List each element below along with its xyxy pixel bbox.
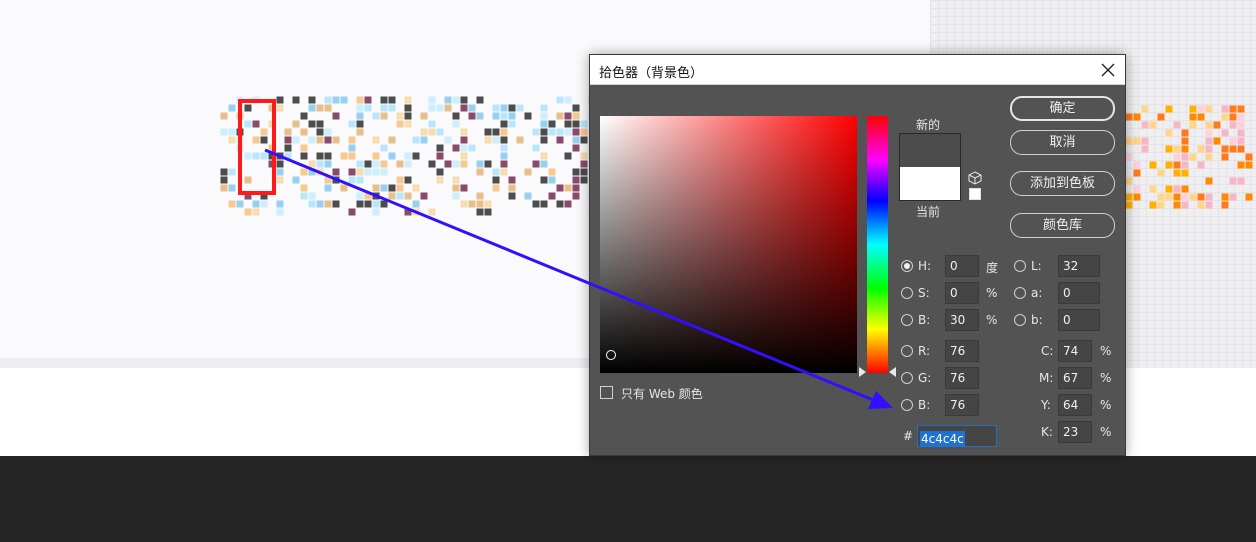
bottom-dark-panel [0, 456, 1256, 542]
saturation-brightness-field[interactable] [600, 116, 857, 373]
radio-lab-b[interactable] [1014, 314, 1026, 326]
lab-b-input[interactable] [1058, 309, 1100, 331]
color-field-marker[interactable] [606, 350, 616, 360]
a-input[interactable] [1058, 282, 1100, 304]
h-label: H: [918, 259, 932, 273]
l-input[interactable] [1058, 255, 1100, 277]
hue-slider[interactable] [867, 116, 888, 373]
c-unit: % [1100, 344, 1112, 358]
h-unit: 度 [986, 261, 999, 275]
l-label: L: [1031, 259, 1042, 273]
lab-b-label: b: [1031, 313, 1043, 327]
dialog-title: 拾色器（背景色） [599, 66, 704, 81]
close-icon[interactable] [1098, 60, 1118, 80]
dialog-titlebar[interactable]: 拾色器（背景色） [590, 55, 1125, 85]
cube-icon[interactable] [968, 171, 982, 185]
hue-slider-handle-left[interactable] [859, 367, 866, 377]
color-libraries-button[interactable]: 颜色库 [1010, 213, 1115, 238]
b-label: B: [918, 313, 931, 327]
m-unit: % [1100, 371, 1112, 385]
hue-slider-handle-right[interactable] [889, 367, 896, 377]
pixel-mosaic-text [220, 96, 620, 216]
web-colors-only-label: 只有 Web 颜色 [621, 387, 703, 401]
sampled-area-highlight [238, 99, 276, 195]
ok-button[interactable]: 确定 [1010, 96, 1115, 121]
g-input[interactable] [945, 367, 979, 389]
c-input[interactable] [1058, 340, 1092, 362]
current-color-label: 当前 [916, 205, 941, 219]
y-input[interactable] [1058, 394, 1092, 416]
radio-s[interactable] [901, 287, 913, 299]
radio-r[interactable] [901, 345, 913, 357]
s-unit: % [986, 286, 998, 300]
cancel-button[interactable]: 取消 [1010, 130, 1115, 155]
web-safe-swatch-icon[interactable] [969, 188, 981, 200]
radio-g[interactable] [901, 372, 913, 384]
g-label: G: [918, 371, 932, 385]
radio-a[interactable] [1014, 287, 1026, 299]
y-unit: % [1100, 398, 1112, 412]
b-unit: % [986, 313, 998, 327]
a-label: a: [1031, 286, 1043, 300]
current-color-swatch[interactable] [899, 167, 961, 201]
k-label: K: [1041, 425, 1053, 439]
web-colors-only-checkbox[interactable] [600, 386, 613, 399]
y-label: Y: [1041, 398, 1051, 412]
b-input[interactable] [945, 309, 979, 331]
color-picker-dialog: 拾色器（背景色） 新的 当前 确定 取消 添加到色板 颜色库 H: 度 S: %… [589, 54, 1126, 456]
radio-l[interactable] [1014, 260, 1026, 272]
s-label: S: [918, 286, 930, 300]
radio-h[interactable] [901, 260, 913, 272]
new-color-swatch [899, 133, 961, 167]
blue-label: B: [918, 398, 931, 412]
r-input[interactable] [945, 340, 979, 362]
m-label: M: [1039, 371, 1054, 385]
hex-value: 4c4c4c [920, 431, 965, 447]
pixel-mosaic-text-right [1125, 105, 1253, 209]
blue-input[interactable] [945, 394, 979, 416]
m-input[interactable] [1058, 367, 1092, 389]
r-label: R: [918, 344, 931, 358]
radio-b[interactable] [901, 314, 913, 326]
add-to-swatches-button[interactable]: 添加到色板 [1010, 171, 1115, 196]
new-color-label: 新的 [916, 118, 941, 132]
h-input[interactable] [945, 255, 979, 277]
hex-input[interactable]: 4c4c4c [917, 425, 997, 447]
k-unit: % [1100, 425, 1112, 439]
c-label: C: [1041, 344, 1054, 358]
k-input[interactable] [1058, 421, 1092, 443]
radio-blue[interactable] [901, 399, 913, 411]
hex-label: # [903, 429, 914, 443]
s-input[interactable] [945, 282, 979, 304]
